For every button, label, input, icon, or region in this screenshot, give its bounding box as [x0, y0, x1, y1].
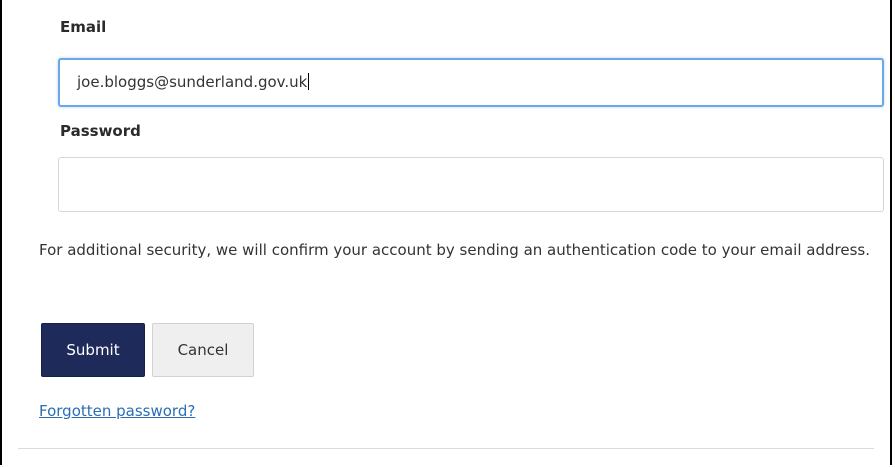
submit-button[interactable]: Submit [41, 323, 145, 377]
divider [18, 448, 874, 449]
security-help-text: For additional security, we will confirm… [39, 241, 870, 259]
email-field[interactable]: joe.bloggs@sunderland.gov.uk [58, 58, 884, 107]
email-label: Email [60, 18, 107, 36]
email-value: joe.bloggs@sunderland.gov.uk [77, 73, 308, 91]
password-label: Password [60, 122, 141, 140]
cancel-button[interactable]: Cancel [152, 323, 254, 377]
forgotten-password-link[interactable]: Forgotten password? [39, 402, 195, 420]
text-caret [308, 73, 310, 90]
password-field[interactable] [58, 157, 884, 212]
